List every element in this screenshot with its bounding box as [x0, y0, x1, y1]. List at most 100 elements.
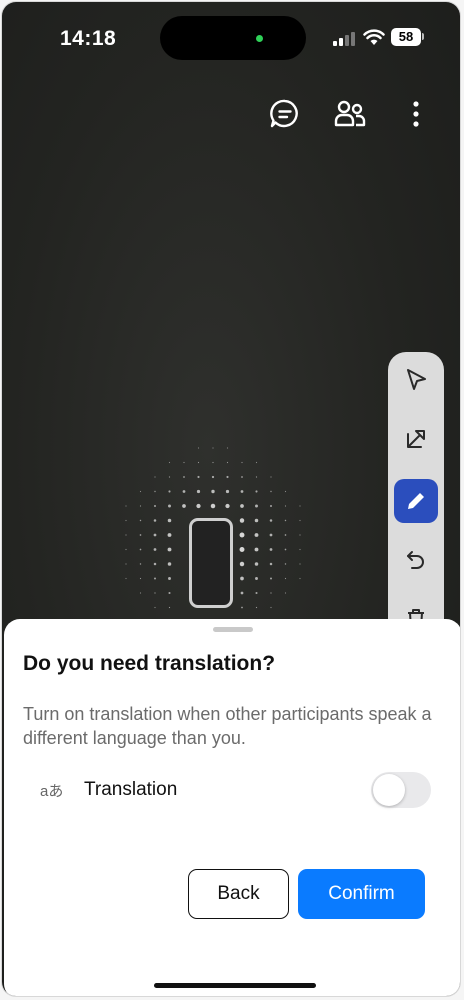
- animation-dot: [270, 592, 272, 594]
- animation-dot: [284, 563, 287, 565]
- animation-dot: [241, 606, 243, 609]
- animation-dot: [254, 518, 259, 523]
- animation-dot: [254, 562, 259, 566]
- animation-dot: [125, 519, 127, 522]
- animation-dot: [168, 591, 171, 595]
- animation-dot: [197, 461, 200, 464]
- animation-dot: [284, 534, 287, 536]
- animation-dot: [255, 504, 258, 508]
- translation-row: aあ Translation: [4, 769, 460, 813]
- animation-dot: [125, 505, 127, 507]
- animation-dot: [284, 519, 287, 522]
- translation-bottom-sheet: Do you need translation? Turn on transla…: [4, 619, 460, 996]
- animation-dot: [255, 476, 258, 478]
- animation-dot: [225, 489, 230, 494]
- animation-dot: [269, 533, 273, 537]
- animation-dot: [299, 534, 301, 536]
- animation-dot: [299, 548, 301, 551]
- animation-dot: [153, 519, 157, 522]
- animation-dot: [154, 606, 156, 609]
- animation-dot: [139, 592, 142, 594]
- animation-dot: [240, 576, 244, 581]
- animation-dot: [139, 490, 142, 493]
- animation-dot: [270, 606, 272, 609]
- animation-dot: [284, 577, 287, 580]
- animation-dot: [255, 591, 258, 595]
- pointer-icon: [407, 369, 426, 390]
- animation-dot: [139, 505, 142, 507]
- animation-dot: [239, 547, 245, 552]
- animation-dot: [197, 475, 200, 479]
- animation-dot: [226, 447, 229, 449]
- animation-dot: [255, 606, 258, 609]
- animation-dot: [225, 503, 230, 509]
- animation-dot: [125, 577, 127, 580]
- animation-dot: [240, 591, 244, 595]
- animation-dot: [299, 505, 301, 507]
- participants-icon[interactable]: [332, 96, 368, 132]
- animation-dot: [212, 447, 214, 449]
- animation-dot: [125, 563, 127, 565]
- animation-dot: [254, 547, 259, 552]
- animation-dot: [284, 490, 287, 493]
- animation-dot: [139, 563, 142, 565]
- undo-icon: [407, 551, 424, 569]
- animation-dot: [212, 461, 214, 464]
- animation-dot: [269, 504, 273, 508]
- animation-dot: [226, 475, 229, 479]
- animation-dot: [125, 534, 127, 536]
- toggle-knob: [373, 774, 405, 806]
- arrow-icon: [407, 430, 425, 448]
- chat-icon[interactable]: [267, 96, 303, 132]
- animation-dot: [168, 461, 171, 464]
- animation-dot: [167, 547, 172, 552]
- wifi-icon: [363, 29, 385, 45]
- animation-dot: [139, 577, 142, 580]
- animation-dot: [299, 563, 301, 565]
- animation-dot: [239, 518, 245, 523]
- more-vertical-icon[interactable]: [398, 96, 434, 132]
- animation-dot: [139, 519, 142, 522]
- animation-dot: [211, 489, 215, 494]
- animation-dot: [182, 504, 186, 508]
- animation-dot: [255, 490, 258, 493]
- confirm-button[interactable]: Confirm: [298, 869, 425, 919]
- animation-dot: [241, 476, 243, 478]
- arrow-tool-button[interactable]: [394, 417, 438, 461]
- animation-dot: [269, 548, 273, 551]
- animation-dot: [183, 476, 185, 478]
- animation-dot: [153, 533, 157, 537]
- animation-dot: [167, 533, 172, 537]
- battery-indicator: 58: [391, 28, 421, 46]
- animation-dot: [284, 505, 287, 507]
- translate-icon: aあ: [40, 783, 64, 800]
- animation-dot: [196, 503, 201, 509]
- animation-dot: [269, 519, 273, 522]
- undo-tool-button[interactable]: [394, 539, 438, 583]
- sheet-grabber[interactable]: [213, 627, 253, 632]
- animation-dot: [182, 490, 186, 493]
- home-indicator: [154, 983, 316, 988]
- animation-dot: [196, 489, 201, 494]
- sheet-title: Do you need translation?: [23, 652, 276, 675]
- animation-dot: [240, 490, 244, 493]
- pointer-tool-button[interactable]: [394, 358, 438, 402]
- animation-dot: [255, 577, 258, 580]
- cellular-signal-icon: [333, 31, 357, 46]
- animation-dot: [154, 476, 156, 478]
- animation-dot: [125, 548, 127, 551]
- animation-dot: [168, 577, 171, 580]
- animation-dot: [154, 577, 156, 580]
- animation-dot: [284, 548, 287, 551]
- animation-dot: [240, 504, 244, 508]
- translation-toggle[interactable]: [371, 772, 431, 808]
- back-button[interactable]: Back: [188, 869, 289, 919]
- animation-dot: [239, 561, 245, 567]
- animation-dot: [270, 577, 272, 580]
- animation-dot: [270, 476, 272, 478]
- animation-dot: [168, 476, 171, 478]
- animation-dot: [154, 490, 156, 493]
- animation-dot: [239, 532, 245, 538]
- animation-dot: [197, 447, 200, 449]
- pen-tool-button[interactable]: [394, 479, 438, 523]
